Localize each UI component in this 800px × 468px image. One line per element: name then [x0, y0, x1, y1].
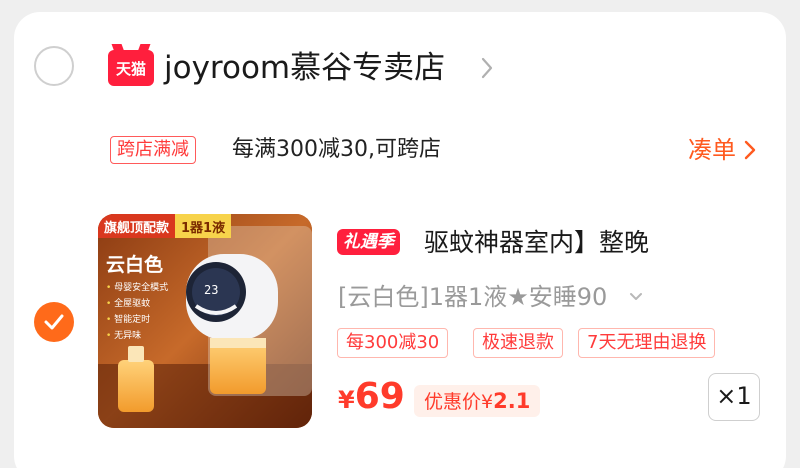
thumb-feature: 无异味	[106, 328, 168, 344]
refund-chip: 极速退款	[473, 328, 563, 358]
thumb-flag: 旗舰顶配款 1器1液	[98, 214, 232, 238]
sku-selector[interactable]: [云白色]1器1液★安睡90	[338, 280, 643, 314]
store-name[interactable]: joyroom慕谷专卖店	[164, 48, 445, 88]
thumb-flag-count: 1器1液	[175, 214, 232, 238]
chevron-right-icon[interactable]	[480, 56, 494, 84]
deal-label: 优惠价	[424, 391, 482, 413]
promo-badge: 礼遇季	[337, 229, 400, 255]
thumb-feature: 全屋驱蚊	[106, 296, 168, 312]
product-thumbnail[interactable]: 23 旗舰顶配款 1器1液 云白色 母婴安全模式 全屋驱蚊 智能定时 无异味	[98, 214, 312, 428]
deal-symbol: ¥	[481, 391, 494, 413]
deal-price: 2.1	[493, 389, 531, 413]
store-select-radio[interactable]	[34, 46, 74, 86]
price-symbol: ¥	[338, 386, 355, 414]
tmall-logo-label: 天猫	[115, 59, 146, 78]
sku-text: [云白色]1器1液★安睡90	[338, 283, 608, 311]
thumb-feature: 智能定时	[106, 312, 168, 328]
chevron-right-icon	[744, 140, 756, 160]
item-select-radio-checked[interactable]	[34, 302, 74, 342]
thumb-feature-list: 母婴安全模式 全屋驱蚊 智能定时 无异味	[106, 280, 168, 344]
thumb-color-label: 云白色	[106, 254, 164, 276]
discount-chip: 每300减30	[337, 328, 449, 358]
coudan-label: 凑单	[688, 136, 736, 164]
quantity-stepper[interactable]: ×1	[708, 373, 760, 421]
promo-text: 每满300减30,可跨店	[232, 137, 441, 162]
thumb-feature: 母婴安全模式	[106, 280, 168, 296]
thumb-flag-label: 旗舰顶配款	[98, 214, 176, 238]
svg-text:23: 23	[204, 283, 218, 297]
deal-price-tag: 优惠价¥2.1	[414, 385, 541, 417]
price-value: 69	[354, 376, 405, 417]
check-icon	[44, 314, 64, 330]
coudan-button[interactable]: 凑单	[688, 134, 756, 166]
price: ¥69	[338, 376, 405, 417]
promo-tag: 跨店满减	[110, 136, 196, 164]
product-title[interactable]: 驱蚊神器室内】整晚	[424, 226, 649, 260]
chevron-down-icon	[630, 293, 643, 300]
tmall-logo-icon: 天猫	[108, 50, 154, 86]
return-policy-chip: 7天无理由退换	[578, 328, 716, 358]
